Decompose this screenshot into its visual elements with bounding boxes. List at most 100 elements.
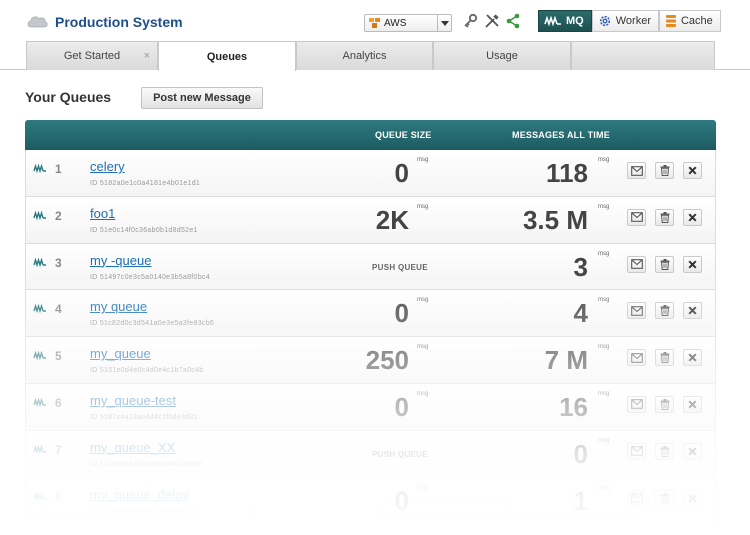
- queue-rows: 1 celery ID 5182a0e1c0a4181e4b01e1d1 0 m…: [25, 150, 716, 525]
- product-switcher: MQ Worker Cache: [538, 10, 721, 32]
- row-number: 7: [55, 442, 62, 457]
- row-number: 4: [55, 302, 62, 317]
- delete-queue-button[interactable]: [683, 255, 702, 273]
- clear-queue-button[interactable]: [655, 442, 674, 460]
- post-message-button[interactable]: [627, 208, 646, 226]
- product-cache-button[interactable]: Cache: [658, 10, 721, 32]
- tab-bar: Get Started × Queues Analytics Usage: [0, 41, 750, 71]
- tab-usage[interactable]: Usage: [433, 41, 571, 70]
- tools-icon[interactable]: [484, 13, 500, 29]
- post-message-button[interactable]: [627, 255, 646, 273]
- delete-x-icon: [688, 213, 697, 222]
- delete-queue-button[interactable]: [683, 442, 702, 460]
- delete-queue-button[interactable]: [683, 162, 702, 179]
- chevron-down-icon[interactable]: [437, 15, 451, 31]
- row-number: 2: [55, 208, 62, 223]
- push-queue-label: PUSH QUEUE: [372, 449, 428, 459]
- messages-all-time-value: 4: [573, 298, 588, 329]
- app-title: Production System: [55, 14, 183, 30]
- post-message-button[interactable]: [627, 162, 646, 179]
- column-queue-size: QUEUE SIZE: [375, 130, 432, 140]
- row-number: 8: [55, 489, 62, 504]
- envelope-icon: [630, 446, 643, 457]
- trash-icon: [660, 445, 669, 457]
- tab-get-started[interactable]: Get Started ×: [26, 41, 158, 70]
- delete-x-icon: [688, 306, 697, 315]
- queue-name-link[interactable]: celery: [90, 159, 125, 174]
- delete-x-icon: [688, 400, 697, 409]
- clear-queue-button[interactable]: [655, 208, 674, 226]
- messages-all-time-value: 16: [559, 391, 588, 422]
- mq-wave-icon: [33, 257, 46, 268]
- queue-name-link[interactable]: my_queue: [90, 346, 151, 361]
- post-message-button[interactable]: [627, 395, 646, 413]
- delete-x-icon: [688, 447, 697, 456]
- trash-icon: [660, 398, 669, 410]
- messages-all-time-unit: msg: [598, 250, 610, 257]
- messages-all-time-value: 0: [573, 438, 588, 469]
- clear-queue-button[interactable]: [655, 489, 674, 507]
- table-row: 6 my_queue-test ID 5187c4a13ae4d4c1f0de3…: [25, 383, 716, 431]
- mq-wave-icon: [33, 303, 46, 314]
- row-number: 1: [55, 162, 62, 176]
- table-row: 4 my queue ID 51c82d0c3d541a0e3e5a3fe83c…: [25, 290, 716, 338]
- close-icon[interactable]: ×: [144, 50, 150, 62]
- queue-name-link[interactable]: my -queue: [90, 253, 151, 268]
- queue-name-link[interactable]: my_queue_delay: [90, 487, 189, 502]
- share-icon[interactable]: [505, 13, 521, 29]
- provider-select[interactable]: AWS: [364, 14, 452, 32]
- delete-queue-button[interactable]: [683, 208, 702, 226]
- product-worker-button[interactable]: Worker: [591, 10, 659, 32]
- post-message-button[interactable]: [627, 489, 646, 507]
- gear-icon: [599, 15, 610, 27]
- row-number: 3: [55, 255, 62, 270]
- delete-queue-button[interactable]: [683, 349, 702, 367]
- messages-all-time-unit: msg: [598, 203, 610, 210]
- delete-queue-button[interactable]: [683, 395, 702, 413]
- clear-queue-button[interactable]: [655, 255, 674, 273]
- table-row: 1 celery ID 5182a0e1c0a4181e4b01e1d1 0 m…: [25, 150, 716, 197]
- clear-queue-button[interactable]: [655, 395, 674, 413]
- queue-name-link[interactable]: foo1: [90, 206, 115, 221]
- queue-name-link[interactable]: my_queue-test: [90, 393, 176, 408]
- queue-name-link[interactable]: my_queue_XX: [90, 440, 175, 455]
- post-message-button[interactable]: [627, 349, 646, 367]
- mq-wave-icon: [544, 15, 561, 27]
- queue-id: ID 5187c4a13ae4d4c1f0de3d31: [90, 413, 198, 421]
- clear-queue-button[interactable]: [655, 162, 674, 179]
- cloud-logo-icon: [27, 16, 48, 28]
- envelope-icon: [630, 493, 643, 503]
- clear-queue-button[interactable]: [655, 302, 674, 320]
- row-number: 5: [55, 349, 62, 364]
- mq-wave-icon: [33, 210, 46, 221]
- row-number: 6: [55, 395, 62, 410]
- clear-queue-button[interactable]: [655, 349, 674, 367]
- post-message-button[interactable]: [627, 302, 646, 320]
- table-row: 7 my_queue_XX ID 51c0d4e3a5b1e6c0d4e2a5f…: [25, 430, 716, 478]
- messages-all-time-unit: msg: [598, 344, 610, 351]
- queue-size-value: 0: [394, 485, 409, 516]
- tab-queues[interactable]: Queues: [158, 41, 296, 71]
- queue-id: ID 51c0dc4e3a5b1d4e2f0c4b1a: [90, 507, 198, 515]
- product-mq-button[interactable]: MQ: [538, 10, 592, 32]
- delete-queue-button[interactable]: [683, 489, 702, 507]
- queue-table: QUEUE SIZE MESSAGES ALL TIME 1 celery ID…: [25, 120, 716, 535]
- messages-all-time-value: 7 M: [544, 345, 588, 376]
- post-new-message-button[interactable]: Post new Message: [141, 87, 263, 109]
- queue-name-link[interactable]: my queue: [90, 299, 147, 314]
- queue-id: ID 5182a0e1c0a4181e4b01e1d1: [90, 180, 201, 187]
- tab-analytics[interactable]: Analytics: [296, 41, 433, 70]
- queue-size-unit: msg: [417, 344, 429, 351]
- envelope-icon: [630, 352, 643, 363]
- envelope-icon: [630, 306, 643, 316]
- queue-size-value: 0: [394, 298, 409, 329]
- trash-icon: [660, 305, 669, 317]
- top-bar: Production System AWS MQ Worker Cache: [0, 0, 750, 42]
- queue-size-value: 250: [365, 345, 409, 376]
- post-message-button[interactable]: [627, 442, 646, 460]
- product-mq-label: MQ: [566, 15, 584, 27]
- queue-id: ID 51c82d0c3d541a0e3e5a3fe83cb6: [90, 320, 215, 328]
- key-icon[interactable]: [462, 13, 478, 29]
- delete-queue-button[interactable]: [683, 302, 702, 320]
- messages-all-time-value: 3: [573, 251, 588, 282]
